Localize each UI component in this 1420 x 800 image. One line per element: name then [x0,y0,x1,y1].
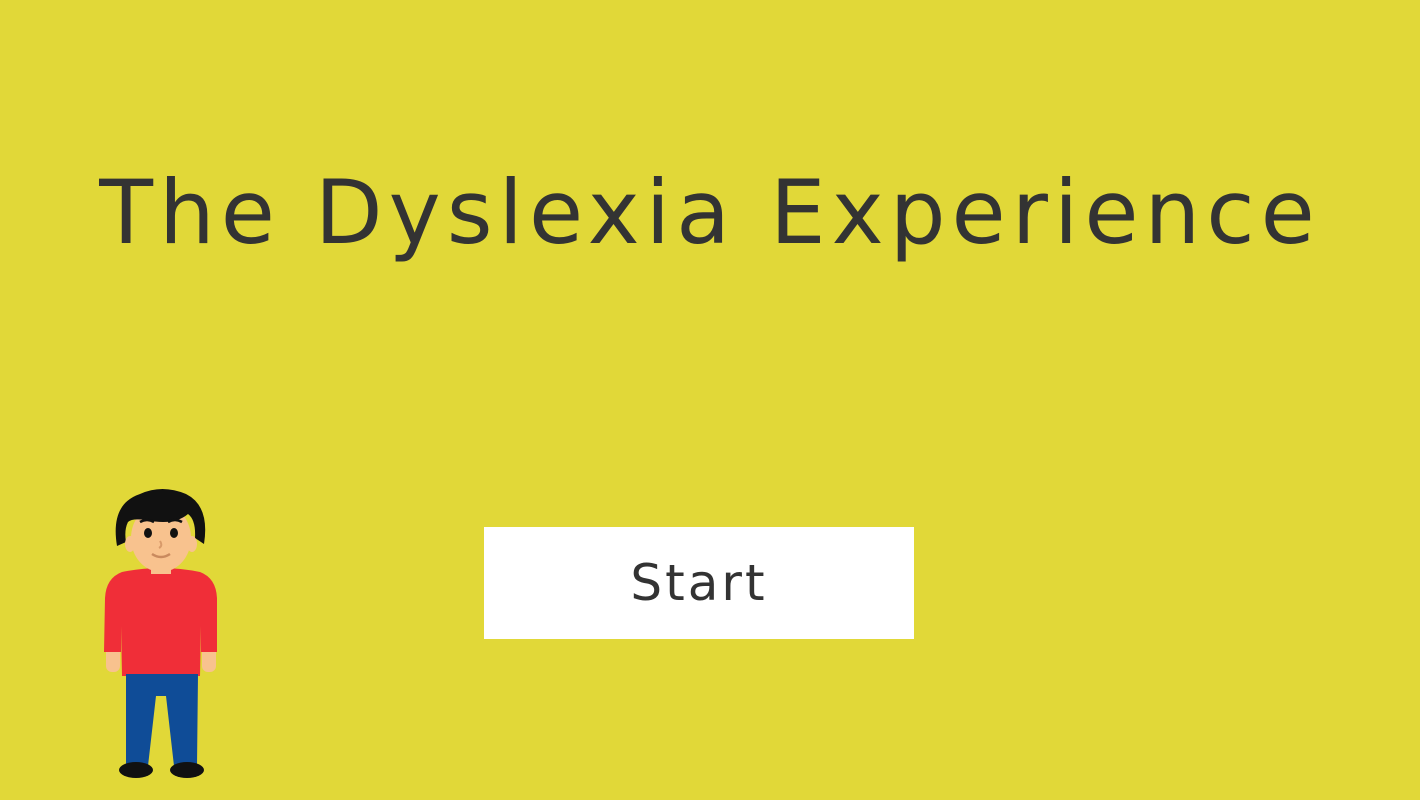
left-ear [125,536,135,552]
boy-character-icon [104,489,217,778]
game-title: The Dyslexia Experience [99,161,1321,264]
start-button-label: Start [630,554,768,612]
right-ear [187,536,197,552]
right-shoe [170,762,204,778]
right-eye [170,528,178,538]
left-shoe [119,762,153,778]
left-eye [144,528,152,538]
start-button[interactable]: Start [484,527,914,639]
shirt [104,568,217,676]
pants [126,674,198,766]
